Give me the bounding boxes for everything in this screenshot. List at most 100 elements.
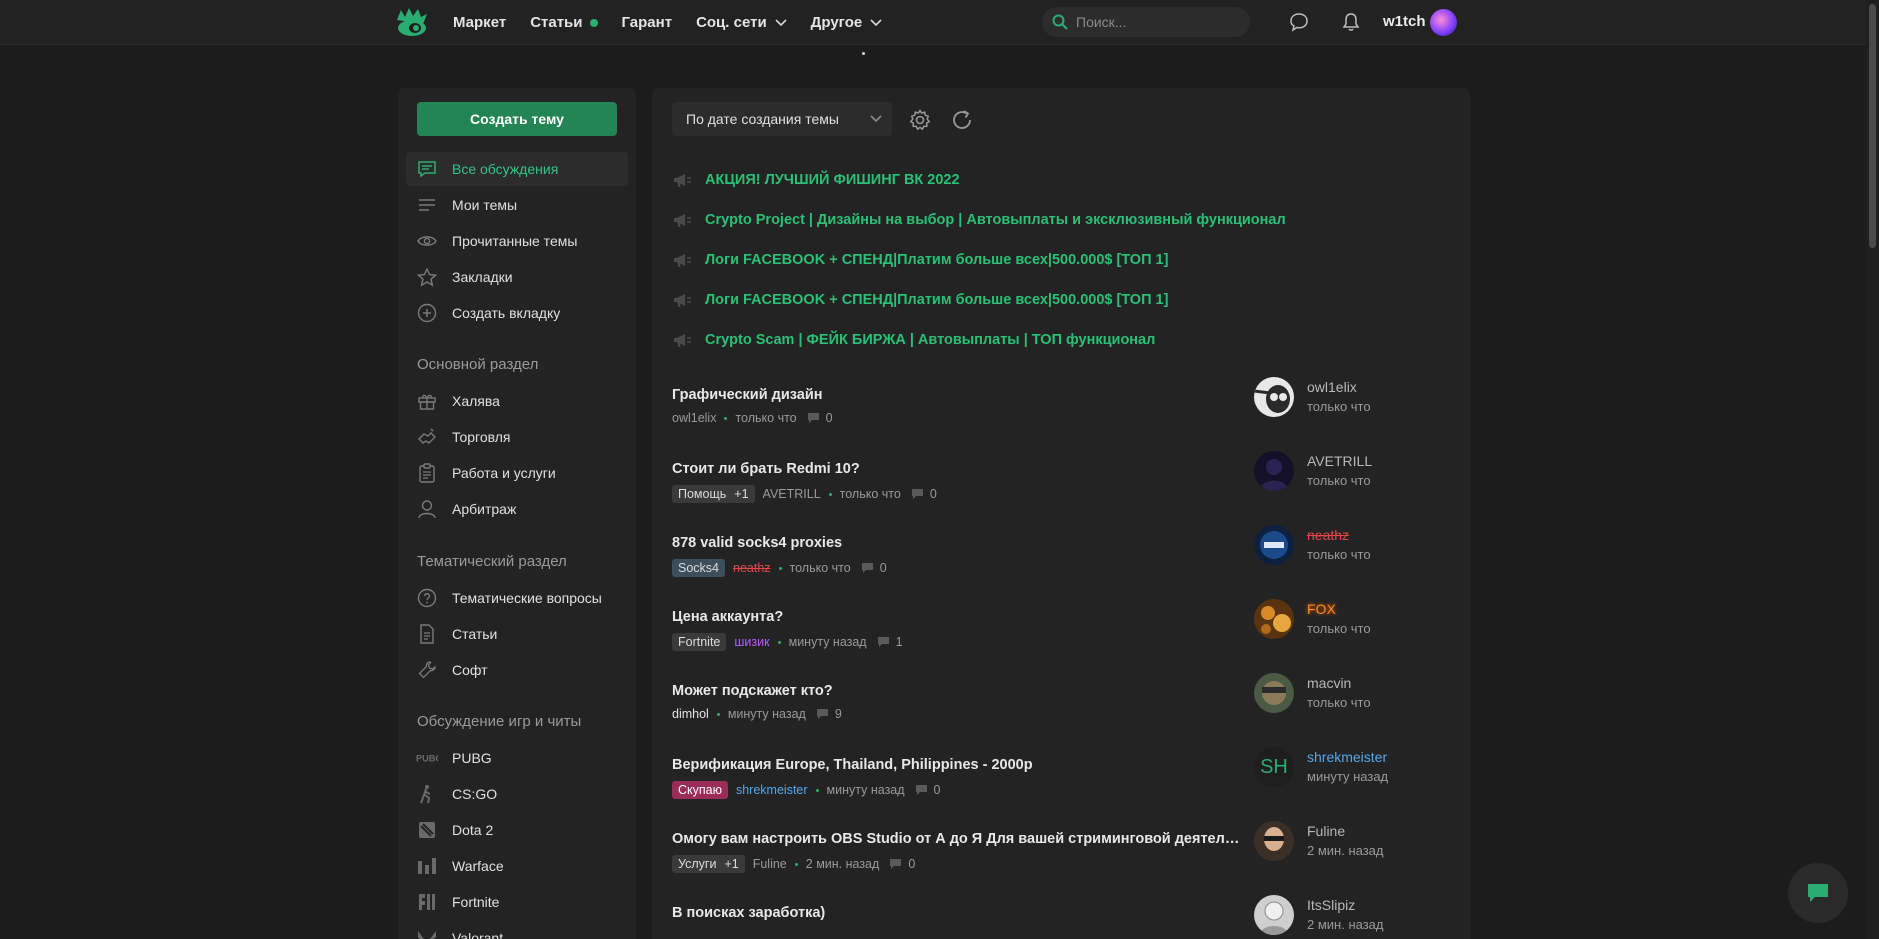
last-poster-avatar[interactable] [1254,821,1294,861]
last-poster-name[interactable]: shrekmeister [1307,749,1387,765]
thread-title[interactable]: Стоит ли брать Redmi 10? [672,461,860,477]
last-poster-name[interactable]: AVETRILL [1307,453,1372,469]
search-box[interactable] [1042,7,1250,37]
thread-title[interactable]: Верификация Europe, Thailand, Philippine… [672,757,1033,773]
sidebar-item-pubg[interactable]: PUBG PUBG [406,741,628,775]
nav-articles[interactable]: Статьи [530,14,598,31]
last-poster-avatar[interactable]: SH [1254,747,1294,787]
thread-title[interactable]: Графический дизайн [672,387,823,403]
sticky-topic[interactable]: Логи FACEBOOK + СПЕНД|Платим больше всех… [672,288,1168,312]
nav-market[interactable]: Маркет [453,14,506,31]
sidebar: Создать тему Все обсуждения Мои темы Про… [398,88,636,939]
sticky-topic[interactable]: Crypto Scam | ФЕЙК БИРЖА | Автовыплаты |… [672,328,1155,352]
thread-author[interactable]: owl1elix [672,411,716,425]
thread-title[interactable]: Может подскажет кто? [672,683,833,699]
thread-tag[interactable]: Услуги +1 [672,855,745,873]
thread-author[interactable]: AVETRILL [763,487,821,501]
thread-title[interactable]: Цена аккаунта? [672,609,783,625]
sidebar-item-valorant[interactable]: Valorant [406,921,628,939]
sort-select[interactable]: По дате создания темы [672,102,892,136]
thread-row[interactable]: 878 valid socks4 proxies Socks4 neathz т… [672,525,1452,599]
thread-author[interactable]: шизик [734,635,769,649]
thread-author[interactable]: Fuline [753,857,787,871]
page-scrollbar[interactable] [1866,0,1879,939]
nav-social[interactable]: Соц. сети [696,14,787,31]
sticky-topic[interactable]: АКЦИЯ! ЛУЧШИЙ ФИШИНГ ВК 2022 [672,168,960,192]
thread-tag[interactable]: Скупаю [672,781,728,799]
last-poster-avatar[interactable] [1254,525,1294,565]
user-avatar[interactable] [1430,9,1457,36]
decorative-dot [862,52,865,55]
last-poster-avatar[interactable] [1254,377,1294,417]
thread-row[interactable]: Графический дизайн owl1elix только что 0… [672,377,1452,451]
thread-title[interactable]: Омогу вам настроить OBS Studio от А до Я… [672,831,1242,847]
sticky-topic[interactable]: Crypto Project | Дизайны на выбор | Авто… [672,208,1286,232]
sidebar-item-thematic-questions[interactable]: Тематические вопросы [406,581,628,615]
sidebar-item-soft[interactable]: Софт [406,653,628,687]
sidebar-item-work-services[interactable]: Работа и услуги [406,456,628,490]
last-poster-name[interactable]: macvin [1307,675,1351,691]
sidebar-item-fortnite[interactable]: Fortnite [406,885,628,919]
gear-icon[interactable] [908,108,932,132]
bell-icon[interactable] [1340,11,1362,33]
search-input[interactable] [1076,14,1236,30]
refresh-icon[interactable] [950,108,974,132]
last-poster-avatar[interactable] [1254,599,1294,639]
sidebar-item-arbitration[interactable]: Арбитраж [406,492,628,526]
comment-icon [890,859,902,869]
thread-time: только что [839,487,901,501]
sidebar-item-csgo[interactable]: CS:GO [406,777,628,811]
sidebar-item-all-discussions[interactable]: Все обсуждения [406,152,628,186]
last-poster-name[interactable]: owl1elix [1307,379,1357,395]
last-poster-name[interactable]: ItsSlipiz [1307,897,1355,913]
comment-icon [861,563,873,573]
sidebar-item-freebies[interactable]: Халява [406,384,628,418]
nav-guarantee[interactable]: Гарант [622,14,673,31]
last-poster-name[interactable]: Fuline [1307,823,1345,839]
reply-count: 0 [908,857,916,871]
sidebar-item-trade[interactable]: Торговля [406,420,628,454]
thread-row[interactable]: В поисках заработка) ItsSlipiz 2 мин. на… [672,895,1452,939]
sidebar-item-my-topics[interactable]: Мои темы [406,188,628,222]
messages-icon[interactable] [1288,11,1310,33]
logo-icon[interactable] [395,6,429,38]
separator-dot [777,640,781,644]
thread-tag[interactable]: Fortnite [672,633,727,651]
thread-row[interactable]: Омогу вам настроить OBS Studio от А до Я… [672,821,1452,895]
sidebar-item-bookmarks[interactable]: Закладки [406,260,628,294]
sidebar-item-articles[interactable]: Статьи [406,617,628,651]
thread-tag[interactable]: Помощь +1 [672,485,755,503]
sidebar-item-read-topics[interactable]: Прочитанные темы [406,224,628,258]
last-poster-avatar[interactable] [1254,895,1294,935]
thread-row[interactable]: Может подскажет кто? dimhol минуту назад… [672,673,1452,747]
sidebar-item-dota2[interactable]: Dota 2 [406,813,628,847]
sidebar-item-warface[interactable]: Warface [406,849,628,883]
lines-icon [416,194,438,216]
username[interactable]: w1tch [1383,13,1426,30]
thread-row[interactable]: Стоит ли брать Redmi 10? Помощь +1 AVETRI… [672,451,1452,525]
create-topic-button[interactable]: Создать тему [417,102,617,136]
thread-title[interactable]: 878 valid socks4 proxies [672,535,842,551]
threads-panel: По дате создания темы АКЦИЯ! ЛУЧШИЙ ФИШИ… [652,88,1470,939]
thread-row[interactable]: Цена аккаунта? Fortnite шизик минуту наз… [672,599,1452,673]
thread-author[interactable]: neathz [733,561,771,575]
last-poster-name[interactable]: FOX [1307,601,1336,617]
thread-author[interactable]: shrekmeister [736,783,808,797]
thread-row[interactable]: Верификация Europe, Thailand, Philippine… [672,747,1452,821]
last-poster-avatar[interactable] [1254,451,1294,491]
last-poster-name[interactable]: neathz [1307,527,1349,543]
chat-fab-button[interactable] [1788,863,1848,923]
sticky-topic[interactable]: Логи FACEBOOK + СПЕНД|Платим больше всех… [672,248,1168,272]
last-poster-avatar[interactable] [1254,673,1294,713]
scrollbar-thumb[interactable] [1869,4,1876,248]
last-post-time: только что [1307,399,1371,414]
reply-count: 0 [879,561,887,575]
reply-count: 0 [825,411,833,425]
thread-title[interactable]: В поисках заработка) [672,905,825,921]
nav-other[interactable]: Другое [811,14,883,31]
megaphone-icon [674,214,691,227]
sidebar-item-create-tab[interactable]: Создать вкладку [406,296,628,330]
thread-tag[interactable]: Socks4 [672,559,725,577]
valorant-icon [416,927,438,939]
thread-author[interactable]: dimhol [672,707,709,721]
